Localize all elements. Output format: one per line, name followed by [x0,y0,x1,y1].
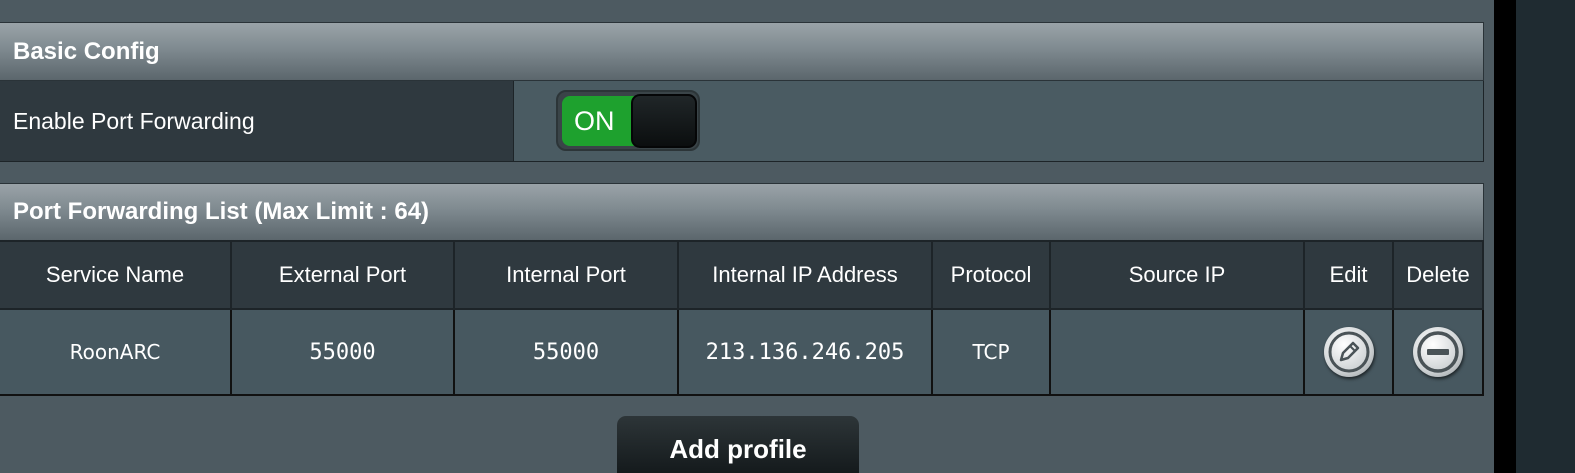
cell-source-ip [1049,308,1305,396]
delete-button[interactable] [1413,327,1463,377]
col-internal-port[interactable]: Internal Port [453,240,679,310]
col-internal-ip[interactable]: Internal IP Address [677,240,933,310]
toggle-on-label: ON [562,96,642,146]
cell-external-port: 55000 [230,308,455,396]
enable-port-forwarding-label: Enable Port Forwarding [0,81,514,161]
port-forwarding-toggle[interactable]: ON [556,90,700,151]
port-forwarding-table: Service Name External Port Internal Port… [0,240,1484,396]
toggle-knob[interactable] [631,94,697,148]
cell-delete [1392,308,1484,396]
enable-port-forwarding-value: ON [514,81,1483,161]
cell-service-name: RoonARC [0,308,232,396]
col-external-port[interactable]: External Port [230,240,455,310]
col-protocol[interactable]: Protocol [931,240,1051,310]
cell-internal-ip: 213.136.246.205 [677,308,933,396]
cell-edit [1303,308,1394,396]
table-row: RoonARC 55000 55000 213.136.246.205 TCP [0,308,1484,396]
enable-port-forwarding-row: Enable Port Forwarding ON [0,81,1484,162]
col-edit: Edit [1303,240,1394,310]
col-source-ip[interactable]: Source IP [1049,240,1305,310]
right-divider [1494,0,1516,473]
col-delete: Delete [1392,240,1484,310]
table-header-row: Service Name External Port Internal Port… [0,240,1484,310]
right-scroll-area[interactable] [1516,0,1575,473]
cell-internal-port: 55000 [453,308,679,396]
basic-config-header: Basic Config [0,22,1484,81]
pencil-icon [1328,331,1369,373]
col-service-name[interactable]: Service Name [0,240,232,310]
minus-circle-icon [1417,331,1459,373]
port-forwarding-page: Basic Config Enable Port Forwarding ON P… [0,0,1575,473]
port-forwarding-list-header: Port Forwarding List (Max Limit : 64) [0,183,1484,241]
cell-protocol: TCP [931,308,1051,396]
edit-button[interactable] [1323,327,1374,377]
add-profile-button[interactable]: Add profile [617,416,859,473]
